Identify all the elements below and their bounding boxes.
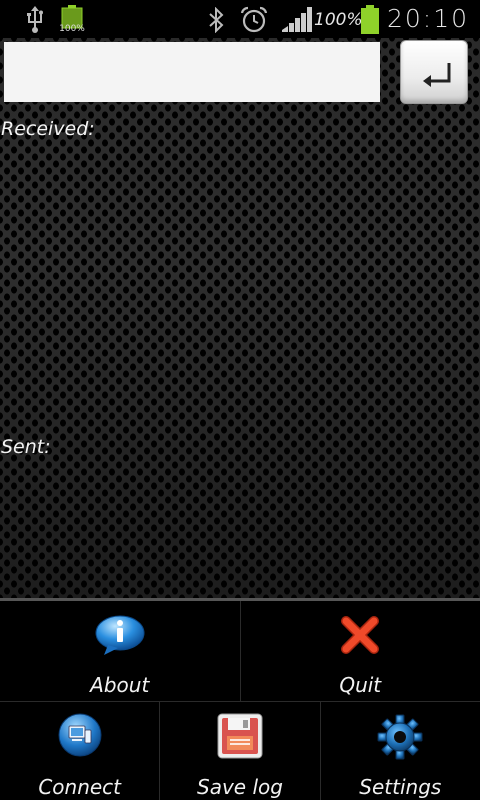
enter-icon xyxy=(423,63,451,87)
usb-icon xyxy=(27,6,43,33)
menu-item-label: Quit xyxy=(339,673,382,697)
clock: 20:10 xyxy=(387,4,470,33)
battery-small-text: 100% xyxy=(59,24,85,34)
save-icon xyxy=(217,713,263,759)
info-icon xyxy=(95,615,145,655)
menu-item-label: Settings xyxy=(359,775,442,799)
close-icon xyxy=(341,616,380,654)
menu-item-about[interactable]: About xyxy=(0,601,240,701)
command-input[interactable] xyxy=(4,42,380,102)
menu-item-connect[interactable]: Connect xyxy=(0,702,159,800)
battery-percent: 100% xyxy=(314,10,363,30)
menu-item-save-log[interactable]: Save log xyxy=(159,702,319,800)
terminal-panel: Received: Sent: xyxy=(0,38,480,598)
alarm-icon xyxy=(240,6,268,33)
bluetooth-icon xyxy=(209,7,224,33)
gear-icon xyxy=(377,714,423,760)
menu-row: Connect Save log Settings xyxy=(0,702,480,800)
received-label: Received: xyxy=(1,118,95,140)
menu-item-label: Save log xyxy=(197,775,283,799)
screen: 100% 100% 20:10 Received: Sent: About Qu… xyxy=(0,0,480,800)
sent-log[interactable] xyxy=(0,458,480,596)
menu-item-quit[interactable]: Quit xyxy=(239,601,480,701)
options-menu: About Quit Connect Save log Settings xyxy=(0,598,480,800)
menu-item-label: Connect xyxy=(38,775,122,799)
sent-label: Sent: xyxy=(1,436,51,458)
battery-icon xyxy=(361,5,379,34)
connect-icon xyxy=(58,713,102,757)
status-bar: 100% 100% 20:10 xyxy=(0,0,480,38)
received-log[interactable] xyxy=(0,142,480,422)
menu-row: About Quit xyxy=(0,601,480,702)
send-button[interactable] xyxy=(400,40,468,104)
signal-icon xyxy=(282,7,312,32)
menu-item-label: About xyxy=(90,673,150,697)
menu-item-settings[interactable]: Settings xyxy=(319,702,480,800)
